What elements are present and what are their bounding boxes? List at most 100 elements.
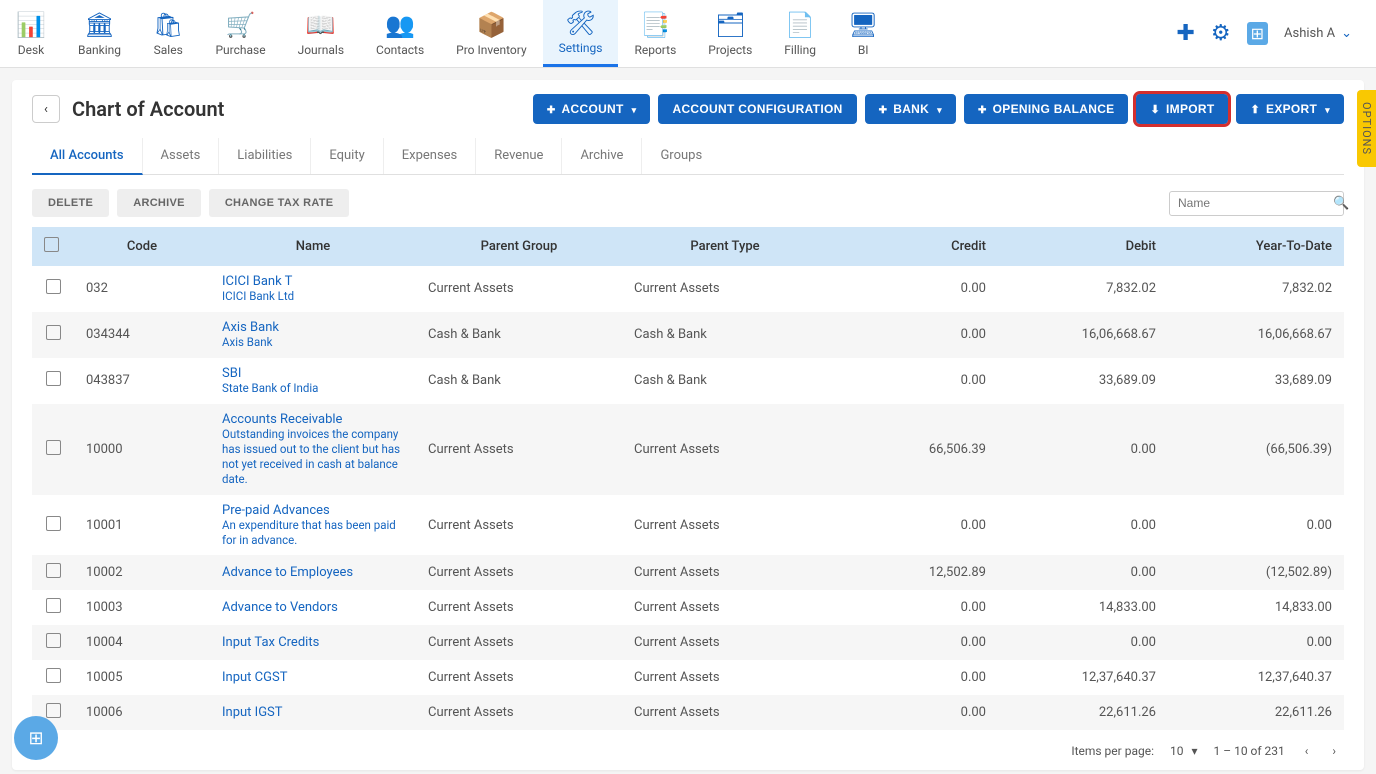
- delete-button[interactable]: DELETE: [32, 189, 109, 217]
- col-credit[interactable]: Credit: [828, 227, 998, 266]
- account-link[interactable]: Accounts Receivable: [222, 412, 342, 427]
- cell-ytd[interactable]: 7,832.02: [1168, 266, 1344, 312]
- col-code[interactable]: Code: [74, 227, 210, 266]
- row-checkbox[interactable]: [46, 633, 61, 648]
- items-per-page-value[interactable]: 10 ▾: [1170, 744, 1198, 758]
- account-button[interactable]: ACCOUNT: [533, 94, 651, 124]
- nav-label: Filling: [784, 43, 816, 57]
- cell-ytd[interactable]: 12,37,640.37: [1168, 660, 1344, 695]
- tab-archive[interactable]: Archive: [562, 138, 642, 174]
- cell-ytd[interactable]: (66,506.39): [1168, 404, 1344, 495]
- nav-item-bi[interactable]: 🖥BI: [832, 0, 894, 67]
- cell-parent-group: Current Assets: [416, 555, 622, 590]
- cell-parent-group: Current Assets: [416, 590, 622, 625]
- tab-assets[interactable]: Assets: [143, 138, 220, 174]
- tab-equity[interactable]: Equity: [311, 138, 383, 174]
- tab-groups[interactable]: Groups: [642, 138, 720, 174]
- col-ytd[interactable]: Year-To-Date: [1168, 227, 1344, 266]
- row-checkbox[interactable]: [46, 703, 61, 718]
- account-link[interactable]: Pre-paid Advances: [222, 503, 330, 518]
- grid-icon: ⊞: [28, 728, 43, 749]
- nav-item-sales[interactable]: 🛍Sales: [137, 0, 199, 67]
- cell-code: 10001: [74, 495, 210, 556]
- cell-parent-group: Current Assets: [416, 695, 622, 730]
- col-debit[interactable]: Debit: [998, 227, 1168, 266]
- account-link[interactable]: Input CGST: [222, 670, 287, 685]
- nav-item-desk[interactable]: 📊Desk: [0, 0, 62, 67]
- cell-name: Input IGST: [210, 695, 416, 730]
- upload-icon: [1250, 102, 1260, 116]
- calculator-icon[interactable]: ⊞: [1247, 22, 1268, 45]
- account-link[interactable]: Axis Bank: [222, 320, 279, 335]
- tab-expenses[interactable]: Expenses: [384, 138, 477, 174]
- account-link[interactable]: Advance to Vendors: [222, 600, 338, 615]
- table-row: 10000Accounts ReceivableOutstanding invo…: [32, 404, 1344, 495]
- nav-item-purchase[interactable]: 🛒Purchase: [199, 0, 281, 67]
- table-row: 034344Axis BankAxis BankCash & BankCash …: [32, 312, 1344, 358]
- cell-ytd[interactable]: 33,689.09: [1168, 358, 1344, 404]
- account-link[interactable]: ICICI Bank T: [222, 274, 292, 289]
- tab-liabilities[interactable]: Liabilities: [219, 138, 311, 174]
- cell-ytd[interactable]: 14,833.00: [1168, 590, 1344, 625]
- row-checkbox[interactable]: [46, 516, 61, 531]
- col-parent-type[interactable]: Parent Type: [622, 227, 828, 266]
- nav-item-filling[interactable]: 📄Filling: [768, 0, 832, 67]
- nav-item-journals[interactable]: 📖Journals: [282, 0, 360, 67]
- row-checkbox[interactable]: [46, 563, 61, 578]
- add-icon[interactable]: ✚: [1176, 21, 1194, 46]
- cell-debit: 14,833.00: [998, 590, 1168, 625]
- options-side-tab[interactable]: OPTIONS: [1357, 90, 1376, 167]
- archive-button[interactable]: ARCHIVE: [117, 189, 201, 217]
- user-name: Ashish A: [1284, 26, 1335, 41]
- search-box[interactable]: 🔍: [1169, 191, 1344, 216]
- nav-item-reports[interactable]: 📑Reports: [618, 0, 692, 67]
- cell-parent-type: Current Assets: [622, 660, 828, 695]
- nav-item-projects[interactable]: 🗂Projects: [692, 0, 768, 67]
- nav-icon: 🗂: [715, 11, 745, 39]
- change-tax-button[interactable]: CHANGE TAX RATE: [209, 189, 350, 217]
- cell-credit: 0.00: [828, 590, 998, 625]
- tab-all-accounts[interactable]: All Accounts: [32, 138, 143, 175]
- account-subtitle: Axis Bank: [222, 335, 404, 350]
- tab-revenue[interactable]: Revenue: [476, 138, 562, 174]
- nav-item-contacts[interactable]: 👥Contacts: [360, 0, 440, 67]
- row-checkbox[interactable]: [46, 668, 61, 683]
- cell-debit: 0.00: [998, 404, 1168, 495]
- row-checkbox[interactable]: [46, 371, 61, 386]
- back-button[interactable]: ‹: [32, 95, 60, 123]
- row-checkbox[interactable]: [46, 325, 61, 340]
- nav-item-pro-inventory[interactable]: 📦Pro Inventory: [440, 0, 542, 67]
- import-button[interactable]: IMPORT: [1136, 94, 1228, 124]
- cell-ytd[interactable]: (12,502.89): [1168, 555, 1344, 590]
- search-input[interactable]: [1178, 196, 1333, 210]
- select-all-checkbox[interactable]: [44, 237, 59, 252]
- col-name[interactable]: Name: [210, 227, 416, 266]
- row-checkbox[interactable]: [46, 440, 61, 455]
- cell-ytd[interactable]: 16,06,668.67: [1168, 312, 1344, 358]
- account-config-button[interactable]: ACCOUNT CONFIGURATION: [658, 94, 856, 124]
- cell-ytd[interactable]: 0.00: [1168, 625, 1344, 660]
- account-link[interactable]: SBI: [222, 366, 241, 381]
- account-link[interactable]: Advance to Employees: [222, 565, 353, 580]
- nav-item-settings[interactable]: 🛠Settings: [543, 0, 619, 67]
- next-page-button[interactable]: ›: [1328, 742, 1340, 760]
- account-config-label: ACCOUNT CONFIGURATION: [672, 102, 842, 116]
- bank-button[interactable]: BANK: [865, 94, 956, 124]
- col-parent-group[interactable]: Parent Group: [416, 227, 622, 266]
- user-menu[interactable]: Ashish A ⌄: [1284, 26, 1352, 41]
- export-button[interactable]: EXPORT: [1236, 94, 1344, 124]
- nav-item-banking[interactable]: 🏛Banking: [62, 0, 137, 67]
- opening-balance-button[interactable]: OPENING BALANCE: [964, 94, 1129, 124]
- nav-label: Journals: [298, 43, 344, 57]
- cell-ytd[interactable]: 22,611.26: [1168, 695, 1344, 730]
- row-checkbox[interactable]: [46, 279, 61, 294]
- apps-fab[interactable]: ⊞: [14, 716, 58, 760]
- cell-debit: 12,37,640.37: [998, 660, 1168, 695]
- account-link[interactable]: Input IGST: [222, 705, 283, 720]
- row-checkbox[interactable]: [46, 598, 61, 613]
- caret-icon: [1323, 102, 1330, 116]
- cell-ytd[interactable]: 0.00: [1168, 495, 1344, 556]
- gear-icon[interactable]: ⚙: [1211, 21, 1231, 46]
- account-link[interactable]: Input Tax Credits: [222, 635, 319, 650]
- prev-page-button[interactable]: ‹: [1301, 742, 1313, 760]
